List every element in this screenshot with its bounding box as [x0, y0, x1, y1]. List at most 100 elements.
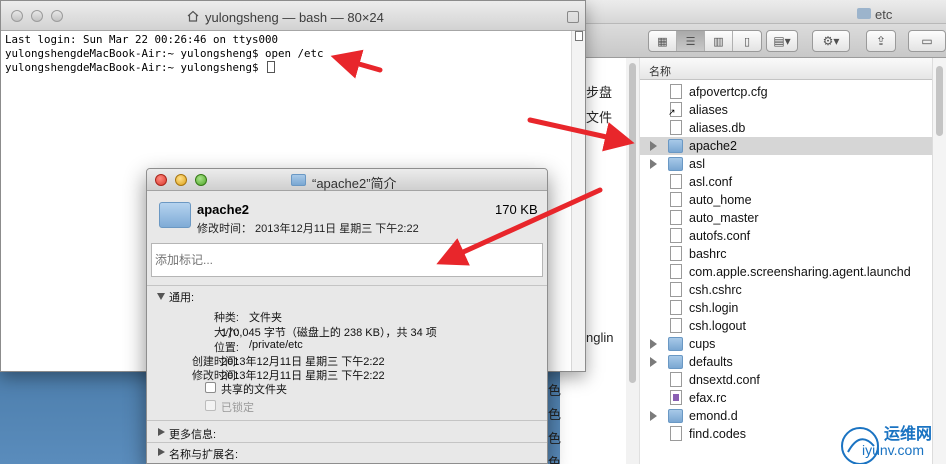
file-name: csh.cshrc: [689, 283, 742, 297]
close-button[interactable]: [155, 174, 167, 186]
name-extension-section-header[interactable]: 名称与扩展名:: [169, 446, 238, 462]
list-view-icon[interactable]: ☰: [677, 31, 705, 51]
divider: [147, 420, 547, 421]
sidebar-scroll-thumb[interactable]: [629, 63, 636, 383]
zoom-button[interactable]: [51, 10, 63, 22]
column-view-icon[interactable]: ▥: [705, 31, 733, 51]
finder-title: etc: [875, 7, 893, 22]
file-name: defaults: [689, 355, 733, 369]
folder-icon: [668, 337, 683, 351]
file-list-scroll-thumb[interactable]: [936, 66, 943, 136]
file-list-row[interactable]: bashrc: [640, 245, 946, 263]
file-list-row[interactable]: cups: [640, 335, 946, 353]
document-icon: [670, 210, 682, 225]
name-column-label: 名称: [649, 66, 671, 78]
size-value: 170,045 字节（磁盘上的 238 KB），共 34 项: [221, 327, 437, 339]
file-name: asl.conf: [689, 175, 733, 189]
file-name: emond.d: [689, 409, 738, 423]
gear-icon[interactable]: ⚙▾: [812, 30, 850, 52]
coverflow-view-icon[interactable]: ▯: [733, 31, 761, 51]
background-text: nglin: [586, 330, 614, 345]
get-info-window: “apache2”简介 apache2 170 KB 修改时间： 2013年12…: [146, 168, 548, 464]
file-name: auto_home: [689, 193, 752, 207]
divider: [147, 442, 547, 443]
document-icon: [670, 426, 682, 441]
tags-toggle-icon[interactable]: ▭: [908, 30, 946, 52]
terminal-prompt: yulongshengdeMacBook-Air:~ yulongsheng$: [5, 61, 266, 74]
disclosure-triangle-icon[interactable]: [650, 141, 657, 151]
folder-icon: [291, 174, 306, 186]
document-icon: [670, 84, 682, 99]
info-window-title: “apache2”简介: [312, 176, 397, 191]
file-name: efax.rc: [689, 391, 727, 405]
watermark-text: 运维网: [884, 426, 933, 443]
alias-file-icon: [668, 102, 682, 118]
zoom-button[interactable]: [195, 174, 207, 186]
disclosure-triangle-icon[interactable]: [650, 357, 657, 367]
background-text: 色: [548, 431, 562, 446]
file-name: find.codes: [689, 427, 746, 441]
disclosure-triangle-icon[interactable]: [650, 339, 657, 349]
document-icon: [670, 264, 682, 279]
file-list-row[interactable]: aliases: [640, 101, 946, 119]
file-list-row[interactable]: asl: [640, 155, 946, 173]
share-icon[interactable]: ⇪: [866, 30, 896, 52]
item-modified-date: 修改时间： 2013年12月11日 星期三 下午2:22: [197, 223, 419, 235]
finder-titlebar[interactable]: etc: [560, 0, 946, 24]
more-info-section-header[interactable]: 更多信息:: [169, 426, 216, 442]
arrange-icon[interactable]: ▤▾: [766, 30, 798, 52]
file-list-row[interactable]: csh.logout: [640, 317, 946, 335]
document-icon: [670, 372, 682, 387]
disclosure-triangle-icon[interactable]: [158, 428, 165, 436]
shared-folder-checkbox[interactable]: [205, 382, 216, 393]
info-titlebar[interactable]: “apache2”简介: [147, 169, 547, 191]
file-list-row[interactable]: apache2: [640, 137, 946, 155]
disclosure-triangle-icon[interactable]: [157, 293, 165, 300]
locked-checkbox[interactable]: [205, 400, 216, 411]
icon-view-icon[interactable]: ▦: [649, 31, 677, 51]
file-list-row[interactable]: autofs.conf: [640, 227, 946, 245]
disclosure-triangle-icon[interactable]: [158, 448, 165, 456]
disclosure-triangle-icon[interactable]: [650, 411, 657, 421]
folder-icon: [668, 409, 683, 423]
name-column-header[interactable]: 名称: [640, 58, 946, 80]
scroll-marker-icon[interactable]: [575, 31, 583, 41]
file-name: aliases: [689, 103, 728, 117]
file-list-row[interactable]: auto_master: [640, 209, 946, 227]
minimize-button[interactable]: [175, 174, 187, 186]
file-list-row[interactable]: aliases.db: [640, 119, 946, 137]
file-list-row[interactable]: csh.login: [640, 299, 946, 317]
disclosure-triangle-icon[interactable]: [650, 159, 657, 169]
file-name: apache2: [689, 139, 737, 153]
terminal-titlebar[interactable]: yulongsheng — bash — 80×24: [1, 1, 585, 31]
fullscreen-icon[interactable]: [567, 11, 579, 23]
background-text: 色: [548, 455, 562, 464]
file-list-row[interactable]: com.apple.screensharing.agent.launchd: [640, 263, 946, 281]
terminal-scrollbar[interactable]: [571, 31, 585, 371]
file-name: com.apple.screensharing.agent.launchd: [689, 265, 911, 279]
file-list-row[interactable]: afpovertcp.cfg: [640, 83, 946, 101]
terminal-line: yulongshengdeMacBook-Air:~ yulongsheng$ …: [5, 47, 324, 60]
kind-value: 文件夹: [249, 312, 282, 324]
general-section-header[interactable]: 通用:: [169, 289, 194, 305]
sidebar-scrollbar[interactable]: [626, 58, 640, 464]
file-list-scrollbar[interactable]: [932, 58, 946, 464]
finder-toolbar: ▦ ☰ ▥ ▯ ▤▾ ⚙▾ ⇪ ▭: [560, 24, 946, 58]
kind-label: 种类:: [213, 312, 239, 324]
file-list-row[interactable]: efax.rc: [640, 389, 946, 407]
file-list-row[interactable]: auto_home: [640, 191, 946, 209]
terminal-line: Last login: Sun Mar 22 00:26:46 on ttys0…: [5, 33, 279, 46]
minimize-button[interactable]: [31, 10, 43, 22]
file-list-row[interactable]: dnsextd.conf: [640, 371, 946, 389]
view-mode-switcher: ▦ ☰ ▥ ▯: [648, 30, 762, 52]
tags-input[interactable]: [151, 243, 543, 277]
file-name: cups: [689, 337, 716, 351]
file-list-row[interactable]: csh.cshrc: [640, 281, 946, 299]
file-list-row[interactable]: asl.conf: [640, 173, 946, 191]
file-name: asl: [689, 157, 705, 171]
divider: [147, 285, 547, 286]
document-icon: [670, 300, 682, 315]
file-list-row[interactable]: defaults: [640, 353, 946, 371]
close-button[interactable]: [11, 10, 23, 22]
folder-icon: [668, 355, 683, 369]
